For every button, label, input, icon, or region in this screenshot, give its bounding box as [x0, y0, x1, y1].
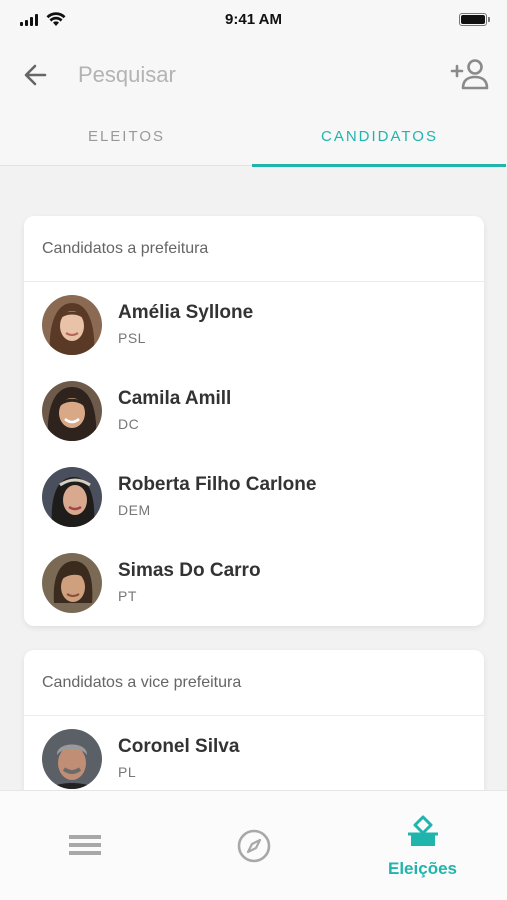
- clock: 9:41 AM: [225, 11, 282, 28]
- candidate-avatar: [42, 729, 102, 789]
- search-input[interactable]: [78, 58, 398, 92]
- vice-mayor-candidates-card: Candidatos a vice prefeitura Coronel Sil…: [24, 650, 484, 810]
- candidate-party: DEM: [118, 502, 151, 518]
- candidate-party: PT: [118, 588, 137, 604]
- nav-explore[interactable]: [169, 791, 338, 900]
- candidate-avatar: [42, 381, 102, 441]
- candidate-row[interactable]: Camila Amill DC: [24, 368, 484, 454]
- section-title: Candidatos a prefeitura: [24, 216, 484, 282]
- candidate-party: DC: [118, 416, 140, 432]
- back-arrow-icon[interactable]: [18, 60, 52, 90]
- tab-candidatos[interactable]: CANDIDATOS: [252, 110, 506, 167]
- top-bar: [0, 40, 507, 110]
- candidate-party: PL: [118, 764, 137, 780]
- candidate-name: Coronel Silva: [118, 736, 240, 757]
- candidate-party: PSL: [118, 330, 146, 346]
- candidate-avatar: [42, 295, 102, 355]
- candidate-avatar: [42, 467, 102, 527]
- compass-icon: [237, 829, 270, 863]
- candidate-avatar: [42, 553, 102, 613]
- mayor-candidates-card: Candidatos a prefeitura Amélia Syllone P…: [24, 216, 484, 626]
- candidate-name: Camila Amill: [118, 388, 232, 409]
- nav-menu[interactable]: [0, 791, 169, 900]
- ballot-icon: [407, 815, 438, 846]
- candidate-name: Roberta Filho Carlone: [118, 474, 317, 495]
- bottom-nav: Eleições: [0, 790, 507, 900]
- nav-elections[interactable]: Eleições: [338, 791, 507, 900]
- candidate-row[interactable]: Amélia Syllone PSL: [24, 282, 484, 368]
- candidate-name: Simas Do Carro: [118, 560, 261, 581]
- candidate-row[interactable]: Simas Do Carro PT: [24, 540, 484, 626]
- status-bar: 9:41 AM: [0, 0, 507, 40]
- battery-icon: [459, 13, 490, 26]
- tab-bar: ELEITOS CANDIDATOS: [0, 110, 507, 167]
- candidate-row[interactable]: Roberta Filho Carlone DEM: [24, 454, 484, 540]
- add-user-icon[interactable]: [449, 56, 491, 92]
- candidate-name: Amélia Syllone: [118, 302, 254, 323]
- menu-icon: [68, 835, 101, 855]
- nav-label-elections: Eleições: [388, 859, 457, 878]
- section-title: Candidatos a vice prefeitura: [24, 650, 484, 716]
- tab-eleitos[interactable]: ELEITOS: [0, 110, 253, 166]
